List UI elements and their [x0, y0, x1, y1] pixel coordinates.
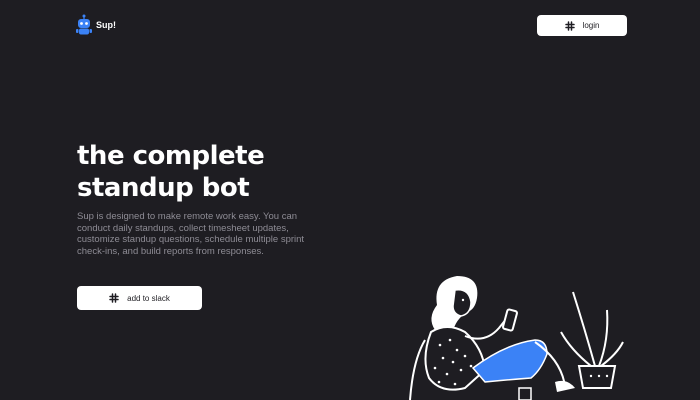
slack-icon	[109, 293, 119, 303]
hero-title-line-1: the complete	[77, 141, 265, 171]
login-label: login	[582, 21, 600, 30]
person-reading-illustration	[409, 276, 624, 400]
hero-title: the complete standup bot	[77, 140, 265, 204]
robot-icon	[76, 14, 92, 35]
hero-description: Sup is designed to make remote work easy…	[77, 211, 305, 257]
logo-text: Sup!	[96, 20, 116, 30]
slack-icon	[564, 20, 575, 31]
hero-title-line-2: standup bot	[77, 173, 250, 203]
logo[interactable]: Sup!	[75, 14, 116, 36]
add-to-slack-button[interactable]: add to slack	[77, 286, 202, 310]
login-button[interactable]: login	[537, 15, 627, 36]
add-to-slack-label: add to slack	[127, 293, 170, 303]
